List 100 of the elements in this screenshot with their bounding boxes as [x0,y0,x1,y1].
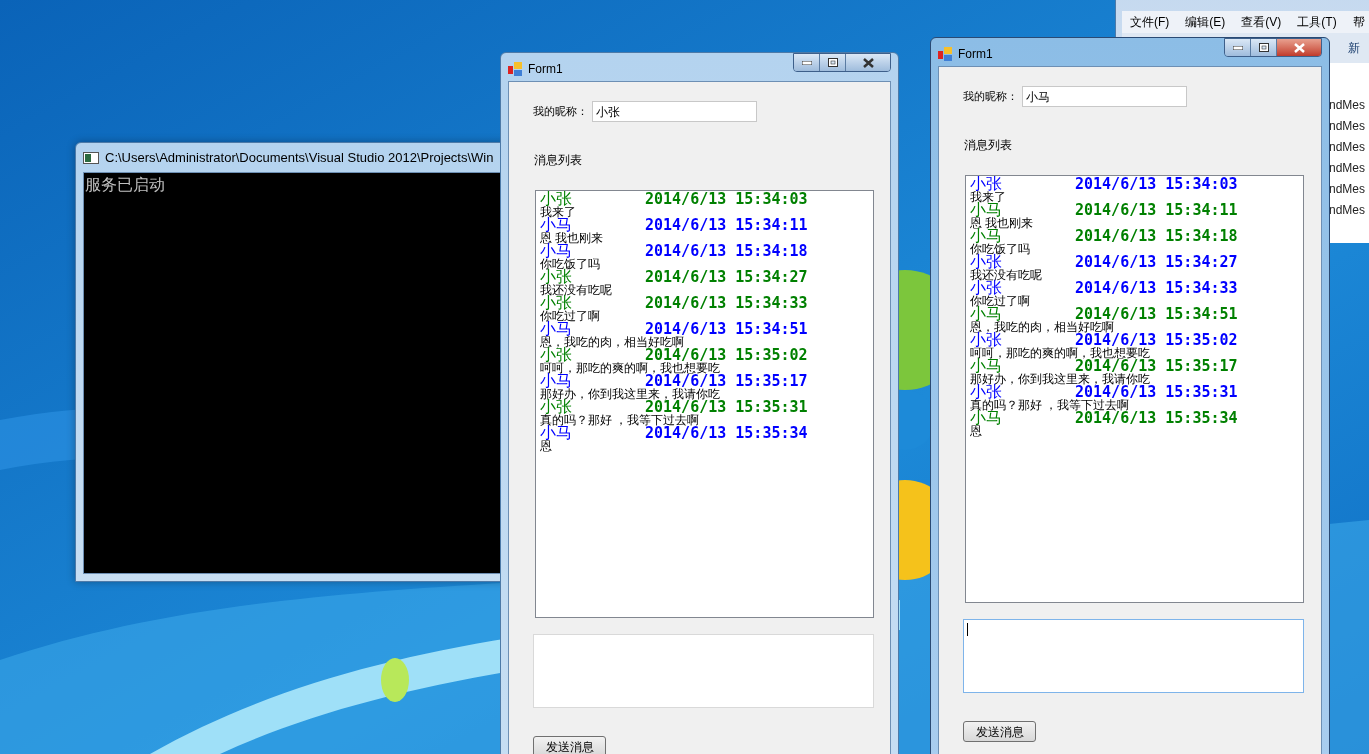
message-text: 我来了 [970,191,1007,203]
message-time: 2014/6/13 15:35:02 [645,348,808,362]
window-title: Form1 [958,46,993,63]
minimize-button[interactable] [1225,39,1251,56]
window-title: Form1 [528,61,563,78]
message-text: 那好办，你到我这里来，我请你吃 [970,373,1150,385]
menu-item[interactable]: 工具(T) [1297,13,1337,31]
maximize-button[interactable] [820,54,846,71]
maximize-icon [827,58,838,67]
send-button[interactable]: 发送消息 [533,736,606,754]
code-line: ndMes [1329,181,1366,198]
message-time: 2014/6/13 15:34:27 [645,270,808,284]
nickname-label: 我的昵称： [963,89,1019,105]
menu-item[interactable]: 帮 [1352,13,1365,31]
code-line: ndMes [1329,160,1366,177]
message-text: 我来了 [540,206,577,218]
sender-name: 小马 [540,244,572,258]
window-title: C:\Users\Administrator\Documents\Visual Studio 2012\Projects\Win [105,148,494,167]
sender-name: 小张 [540,192,573,206]
message-text: 你吃过了啊 [540,310,601,322]
console-icon [83,151,99,164]
close-icon [1293,42,1305,53]
close-button[interactable] [846,54,890,71]
code-line: ndMes [1329,202,1366,219]
message-time: 2014/6/13 15:34:03 [645,192,808,206]
minimize-button[interactable] [794,54,820,71]
list-label: 消息列表 [534,152,583,169]
message-text: 恩 [970,425,982,437]
message-time: 2014/6/13 15:34:11 [1075,203,1238,217]
maximize-icon [1258,43,1269,52]
sender-name: 小马 [970,307,1002,321]
sender-name: 小张 [540,348,572,362]
message-time: 2014/6/13 15:35:17 [645,374,808,388]
sender-name: 小张 [540,270,572,284]
toolbar-label[interactable]: 新 [1348,39,1360,57]
message-time: 2014/6/13 15:35:02 [1075,333,1238,347]
sender-name: 小张 [970,333,1002,347]
code-line: ndMes [1329,118,1366,135]
message-time: 2014/6/13 15:35:31 [1075,385,1238,399]
send-button[interactable]: 发送消息 [963,721,1036,742]
sender-name: 小马 [540,218,572,232]
message-text: 恩 我也刚来 [970,217,1035,229]
message-time: 2014/6/13 15:34:33 [1075,281,1238,295]
message-time: 2014/6/13 15:35:34 [1075,411,1238,425]
sender-name: 小马 [970,203,1002,217]
code-line: ndMes [1329,97,1366,114]
menu-item[interactable]: 文件(F) [1130,13,1170,31]
message-text: 恩，我吃的肉，相当好吃啊 [970,321,1114,333]
close-button[interactable] [1277,39,1321,56]
sender-name: 小马 [970,411,1002,425]
sender-name: 小马 [540,322,572,336]
message-text: 你吃过了啊 [970,295,1031,307]
app-icon [508,62,522,76]
message-time: 2014/6/13 15:34:51 [1075,307,1238,321]
menu-item[interactable]: 查看(V) [1241,13,1282,31]
sender-name: 小张 [540,400,572,414]
nickname-field[interactable]: 小张 [592,101,757,122]
message-time: 2014/6/13 15:34:51 [645,322,808,336]
sender-name: 小马 [970,359,1002,373]
minimize-icon [801,60,812,65]
sender-name: 小马 [970,229,1002,243]
app-icon [938,47,952,61]
list-label: 消息列表 [964,137,1013,154]
message-text: 我还没有吃呢 [970,269,1043,281]
message-text: 恩 我也刚来 [540,232,605,244]
message-text: 我还没有吃呢 [540,284,613,296]
message-time: 2014/6/13 15:34:18 [1075,229,1238,243]
nickname-field[interactable]: 小马 [1022,86,1187,107]
message-time: 2014/6/13 15:34:11 [645,218,808,232]
code-line: ndMes [1329,139,1366,156]
message-time: 2014/6/13 15:34:33 [645,296,808,310]
console-text: 服务已启动 [85,176,165,193]
close-icon [862,57,874,68]
sender-name: 小张 [540,296,572,310]
message-time: 2014/6/13 15:35:34 [645,426,808,440]
minimize-icon [1232,45,1243,50]
maximize-button[interactable] [1251,39,1277,56]
text-caret [967,623,968,636]
sender-name: 小马 [540,426,572,440]
message-time: 2014/6/13 15:35:31 [645,400,808,414]
nickname-label: 我的昵称： [533,104,589,120]
message-time: 2014/6/13 15:34:18 [645,244,808,258]
message-time: 2014/6/13 15:35:17 [1075,359,1238,373]
message-text: 真的吗？那好 ，我等下过去啊 [970,399,1130,411]
sender-name: 小张 [970,281,1002,295]
sender-name: 小马 [540,374,572,388]
message-text: 那好办，你到我这里来，我请你吃 [540,388,720,400]
message-text: 呵呵，那吃的爽的啊，我也想要吃 [540,362,720,374]
menu-item[interactable]: 编辑(E) [1185,13,1226,31]
message-text: 恩，我吃的肉，相当好吃啊 [540,336,684,348]
sender-name: 小张 [970,255,1002,269]
message-text: 真的吗？那好 ，我等下过去啊 [540,414,700,426]
sender-name: 小张 [970,177,1003,191]
message-input[interactable] [533,634,874,708]
message-time: 2014/6/13 15:34:03 [1075,177,1238,191]
message-text: 恩 [540,440,552,452]
sender-name: 小张 [970,385,1002,399]
message-input[interactable] [963,619,1304,693]
message-text: 你吃饭了吗 [540,258,601,270]
message-text: 呵呵，那吃的爽的啊，我也想要吃 [970,347,1150,359]
